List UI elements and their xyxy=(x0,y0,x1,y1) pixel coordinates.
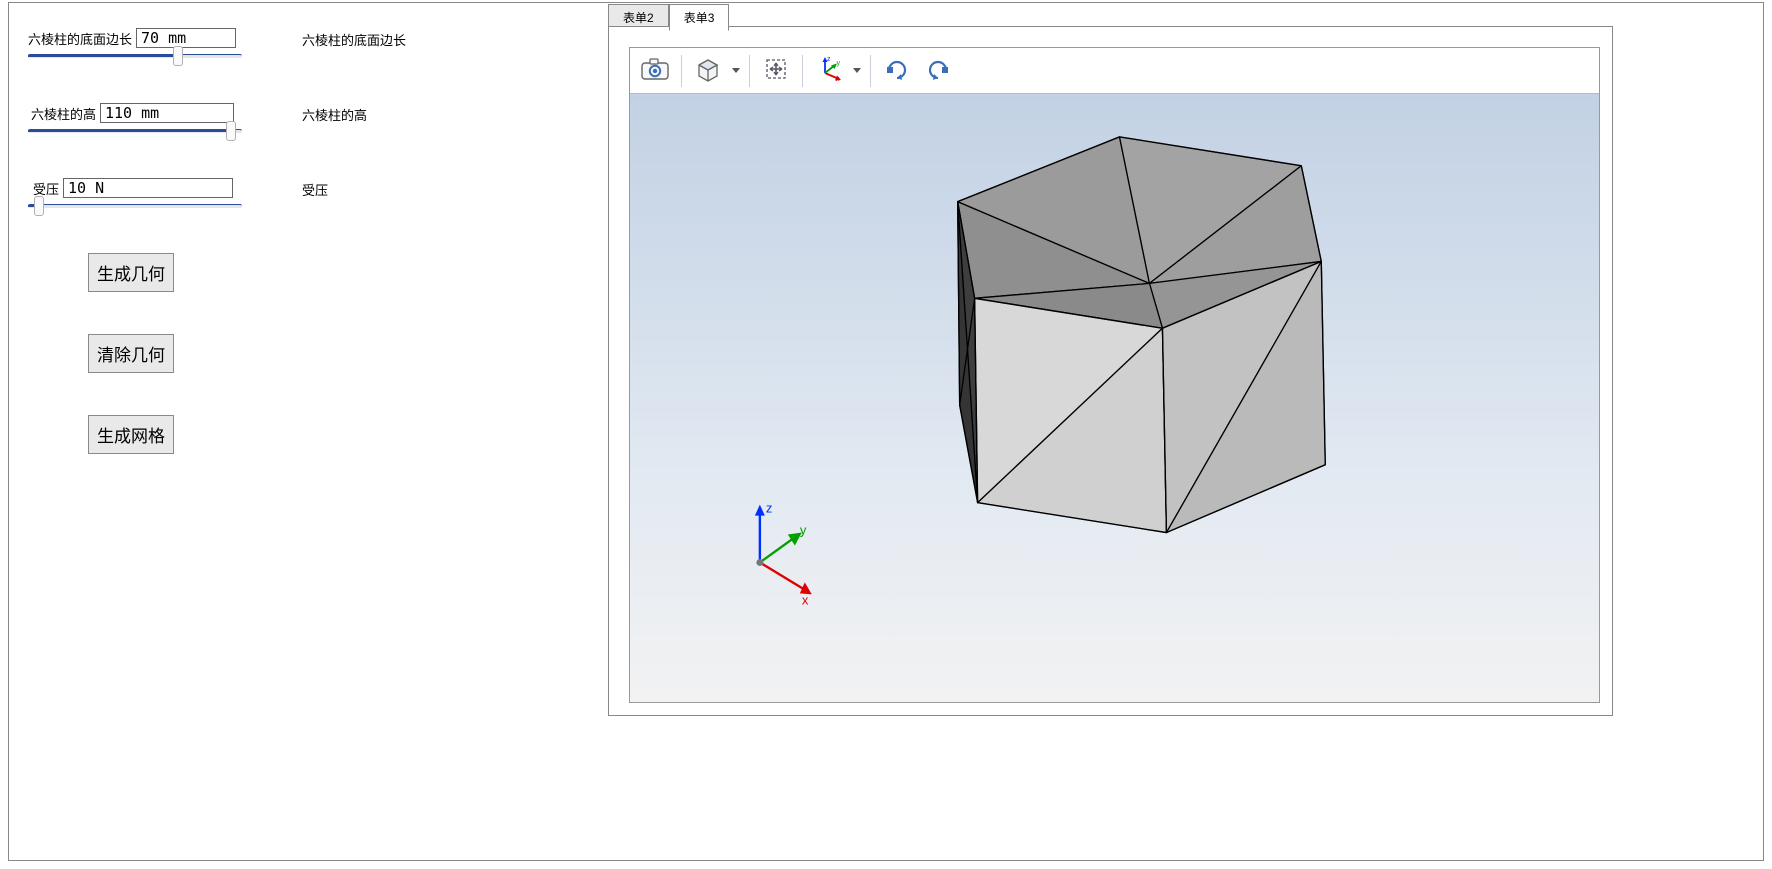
toolbar-separator xyxy=(749,55,750,87)
edge-label: 六棱柱的底面边长 xyxy=(28,29,136,48)
axis-x-label: x xyxy=(802,592,809,607)
rotate-ccw-button[interactable] xyxy=(919,52,957,90)
toolbar-separator xyxy=(870,55,871,87)
axis-icon: x y z xyxy=(815,55,843,86)
svg-text:z: z xyxy=(827,56,831,63)
toolbar-separator xyxy=(681,55,682,87)
axis-dropdown[interactable] xyxy=(851,68,863,73)
viewport-toolbar: x y z xyxy=(630,48,1599,94)
3d-canvas[interactable]: x y z xyxy=(630,94,1599,702)
tab-form3[interactable]: 表单3 xyxy=(669,4,730,31)
view-cube-dropdown[interactable] xyxy=(730,68,742,73)
pressure-slider[interactable] xyxy=(28,204,242,208)
cube-icon xyxy=(694,55,722,86)
snapshot-button[interactable] xyxy=(636,52,674,90)
rotate-ccw-icon xyxy=(924,56,952,85)
svg-text:y: y xyxy=(837,60,841,67)
clear-geometry-button[interactable]: 清除几何 xyxy=(88,334,174,373)
pressure-input[interactable] xyxy=(63,178,233,198)
axis-z-label: z xyxy=(766,501,772,516)
snapshot-icon xyxy=(640,57,670,84)
generate-geometry-button[interactable]: 生成几何 xyxy=(88,253,174,292)
field-row-pressure: 受压 受压 xyxy=(28,178,578,208)
view-cube-button[interactable] xyxy=(689,52,727,90)
viewport-inner: x y z xyxy=(629,47,1600,703)
toolbar-separator xyxy=(802,55,803,87)
rotate-cw-button[interactable] xyxy=(878,52,916,90)
axis-y-label: y xyxy=(800,523,807,538)
field-row-height: 六棱柱的高 六棱柱的高 xyxy=(28,103,578,133)
zoom-extents-button[interactable] xyxy=(757,52,795,90)
chevron-down-icon xyxy=(732,68,740,73)
generate-mesh-button[interactable]: 生成网格 xyxy=(88,415,174,454)
chevron-down-icon xyxy=(853,68,861,73)
zoom-extents-icon xyxy=(763,56,789,85)
field-row-edge: 六棱柱的底面边长 六棱柱的底面边长 xyxy=(28,28,578,58)
rotate-cw-icon xyxy=(883,56,911,85)
svg-text:x: x xyxy=(836,76,840,83)
edge-input[interactable] xyxy=(136,28,236,48)
height-label: 六棱柱的高 xyxy=(28,104,100,123)
edge-slider[interactable] xyxy=(28,54,242,58)
pressure-label: 受压 xyxy=(28,179,63,198)
axis-orientation-button[interactable]: x y z xyxy=(810,52,848,90)
height-side-label: 六棱柱的高 xyxy=(302,103,367,124)
height-input[interactable] xyxy=(100,103,234,123)
pressure-side-label: 受压 xyxy=(302,178,328,199)
left-panel: 六棱柱的底面边长 六棱柱的底面边长 六棱柱的高 六棱柱的高 xyxy=(28,28,578,496)
edge-side-label: 六棱柱的底面边长 xyxy=(302,28,406,49)
viewport-frame: x y z xyxy=(608,26,1613,716)
height-slider[interactable] xyxy=(28,129,242,133)
